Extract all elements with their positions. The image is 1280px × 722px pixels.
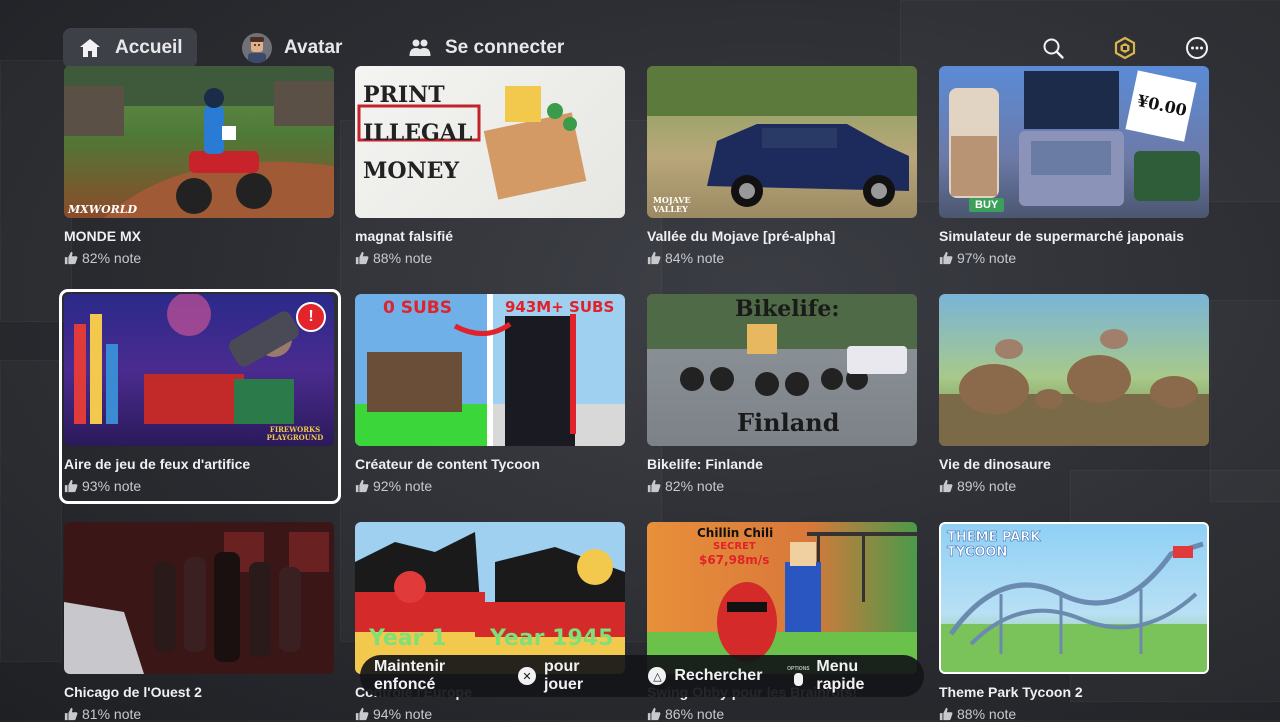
people-icon [407, 35, 433, 61]
thumbnail-subcaption: Year 1945 [490, 626, 614, 651]
nav-avatar-label: Avatar [284, 37, 343, 58]
game-thumbnail: Chillin Chili SECRET $67,98m/s [647, 522, 917, 674]
triangle-button-icon: △ [648, 667, 667, 685]
game-rating: 97% note [939, 250, 1016, 266]
nav-avatar[interactable]: Avatar [242, 28, 342, 68]
thumbnail-caption: Bikelife: [735, 296, 840, 322]
game-card-counterfeit-tycoon[interactable]: PRINT ILLEGAL MONEY magnat falsifié 88% … [355, 66, 625, 266]
game-thumbnail: THEME PARK TYCOON [939, 522, 1209, 674]
thumbs-up-icon [355, 479, 369, 493]
game-title: MONDE MX [64, 228, 141, 244]
robux-icon[interactable] [1112, 35, 1138, 61]
thumbnail-subcaption: 943M+ SUBS [505, 298, 615, 316]
thumbnail-subcaption: Finland [737, 408, 840, 437]
nav-connect-label: Se connecter [445, 37, 565, 58]
game-card-theme-park-tycoon[interactable]: THEME PARK TYCOON Theme Park Tycoon 2 88… [939, 522, 1209, 722]
thumbs-up-icon [647, 479, 661, 493]
game-thumbnail: PRINT ILLEGAL MONEY [355, 66, 625, 218]
nav-home[interactable]: Accueil [63, 28, 197, 68]
options-button-icon: OPTIONS [787, 666, 810, 686]
thumbnail-caption: THEME PARK TYCOON [947, 530, 1041, 561]
nav-connect[interactable]: Se connecter [407, 28, 564, 68]
game-card-west-chicago[interactable]: Chicago de l'Ouest 2 81% note [64, 522, 334, 722]
alert-badge: ! [296, 302, 326, 332]
play-label: pour jouer [543, 658, 584, 693]
game-title: magnat falsifié [355, 228, 454, 244]
game-rating: 89% note [939, 478, 1016, 494]
game-rating: 88% note [355, 250, 432, 266]
game-thumbnail: ¥0.00 BUY [939, 66, 1209, 218]
avatar-icon [242, 33, 272, 63]
game-thumbnail [64, 522, 334, 674]
home-icon [77, 35, 103, 61]
game-thumbnail: MOJAVE VALLEY [647, 66, 917, 218]
thumbnail-caption: Year 1 [369, 626, 447, 651]
game-card-bikelife-finland[interactable]: Bikelife: Finland Bikelife: Finlande 82%… [647, 294, 917, 494]
thumbs-up-icon [355, 707, 369, 721]
game-card-content-creator-tycoon[interactable]: 0 SUBS 943M+ SUBS Créateur de content Ty… [355, 294, 625, 494]
thumbnail-caption: PRINT ILLEGAL MONEY [363, 82, 473, 184]
search-hint-label: Rechercher [674, 667, 763, 684]
game-thumbnail: Year 1 Year 1945 [355, 522, 625, 674]
buy-tag: BUY [969, 198, 1005, 212]
thumbs-up-icon [64, 251, 78, 265]
thumbnail-subcaption: SECRET [713, 541, 756, 552]
game-rating: 82% note [647, 478, 724, 494]
game-title: Aire de jeu de feux d'artifice [64, 456, 251, 472]
game-title: Simulateur de supermarché japonais [939, 228, 1185, 244]
game-card-dinosaur-life[interactable]: Vie de dinosaure 89% note [939, 294, 1209, 494]
thumbnail-caption: 0 SUBS [383, 298, 452, 318]
game-thumbnail [939, 294, 1209, 446]
game-card-fireworks-playground[interactable]: FIREWORKS PLAYGROUND ! Aire de jeu de fe… [59, 289, 341, 504]
nav-home-label: Accueil [115, 37, 183, 58]
game-thumbnail: Bikelife: Finland [647, 294, 917, 446]
search-icon[interactable] [1040, 35, 1066, 61]
thumbs-up-icon [64, 707, 78, 721]
thumbs-up-icon [939, 707, 953, 721]
controller-hint-bar: Maintenir enfoncé ✕ pour jouer △ Recherc… [360, 655, 924, 697]
game-thumbnail: MXWORLD [64, 66, 334, 218]
thumbnail-subcaption-2: $67,98m/s [699, 553, 770, 567]
game-rating: 82% note [64, 250, 141, 266]
game-title: Vie de dinosaure [939, 456, 1051, 472]
game-card-control-europe[interactable]: Year 1 Year 1945 Contrôle l'Europe 94% n… [355, 522, 625, 722]
thumbnail-caption: MOJAVE VALLEY [653, 195, 691, 214]
game-rating: 92% note [355, 478, 432, 494]
thumbnail-caption: FIREWORKS PLAYGROUND [266, 425, 324, 442]
game-card-japanese-supermarket[interactable]: ¥0.00 BUY Simulateur de supermarché japo… [939, 66, 1209, 266]
thumbs-up-icon [939, 479, 953, 493]
game-thumbnail: 0 SUBS 943M+ SUBS [355, 294, 625, 446]
game-rating: 93% note [64, 478, 141, 494]
thumbs-up-icon [647, 251, 661, 265]
thumbs-up-icon [647, 707, 661, 721]
more-icon[interactable] [1184, 35, 1210, 61]
thumbnail-caption: Chillin Chili [697, 526, 774, 540]
game-card-swing-obby[interactable]: Chillin Chili SECRET $67,98m/s Swing Obb… [647, 522, 917, 722]
game-card-mx-world[interactable]: MXWORLD MONDE MX 82% note [64, 66, 334, 266]
game-card-mojave-valley[interactable]: MOJAVE VALLEY Vallée du Mojave [pré-alph… [647, 66, 917, 266]
thumbnail-caption: MXWORLD [68, 203, 138, 216]
game-title: Vallée du Mojave [pré-alpha] [647, 228, 836, 244]
game-title: Chicago de l'Ouest 2 [64, 684, 202, 700]
hold-label: Maintenir enfoncé [374, 658, 446, 693]
game-title: Créateur de content Tycoon [355, 456, 540, 472]
game-rating: 84% note [647, 250, 724, 266]
thumbs-up-icon [939, 251, 953, 265]
thumbs-up-icon [64, 479, 78, 493]
quick-menu-label: Menu rapide [816, 658, 865, 693]
game-title: Bikelife: Finlande [647, 456, 763, 472]
game-title: Theme Park Tycoon 2 [939, 684, 1083, 700]
game-thumbnail: FIREWORKS PLAYGROUND ! [64, 294, 334, 446]
x-button-icon: ✕ [518, 667, 536, 685]
thumbs-up-icon [355, 251, 369, 265]
